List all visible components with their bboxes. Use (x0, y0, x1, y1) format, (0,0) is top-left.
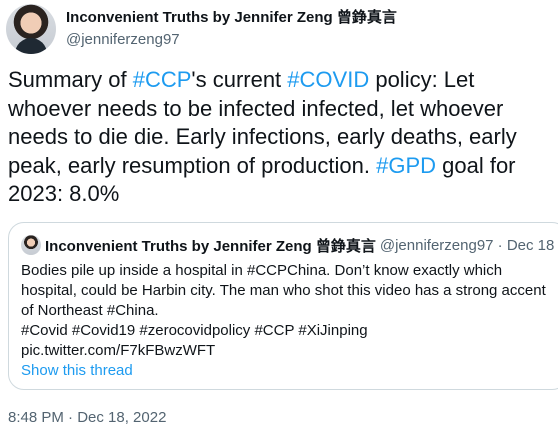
hashtag-link[interactable]: #CCP (133, 67, 192, 92)
hashtag-link[interactable]: #GPD (376, 153, 436, 178)
tweet-text: Summary of #CCP's current #COVID policy:… (8, 66, 553, 209)
quoted-author-name[interactable]: Inconvenient Truths by Jennifer Zeng 曾錚真… (45, 235, 376, 256)
author-display-name[interactable]: Inconvenient Truths by Jennifer Zeng 曾錚真… (66, 8, 546, 28)
tweet-text-segment: Summary of (8, 67, 133, 92)
author-info: Inconvenient Truths by Jennifer Zeng 曾錚真… (66, 8, 546, 50)
tweet-timestamp[interactable]: 8:48 PM · Dec 18, 2022 (8, 408, 166, 428)
quoted-tweet-line: of Northeast #China. (21, 302, 159, 319)
quoted-author-avatar[interactable] (21, 235, 41, 255)
author-avatar[interactable] (6, 4, 56, 54)
quoted-tweet-line: #Covid #Covid19 #zerocovidpolicy #CCP #X… (21, 322, 368, 339)
tweet-text-segment: 's current (191, 67, 288, 92)
quoted-tweet-text: Bodies pile up inside a hospital in #CCP… (21, 261, 556, 361)
author-handle[interactable]: @jenniferzeng97 (66, 30, 546, 50)
quoted-tweet-meta: @jenniferzeng97 · Dec 18 (379, 236, 555, 254)
quoted-tweet-link[interactable]: pic.twitter.com/F7kFBwzWFT (21, 341, 556, 361)
quoted-tweet[interactable]: Inconvenient Truths by Jennifer Zeng 曾錚真… (8, 222, 558, 390)
show-thread-link[interactable]: Show this thread (21, 361, 133, 381)
avatar-portrait-shape (15, 38, 47, 54)
hashtag-link[interactable]: #COVID (287, 67, 369, 92)
quoted-tweet-line: Bodies pile up inside a hospital in #CCP… (21, 262, 503, 279)
quoted-tweet-line: hospital, could be Harbin city. The man … (21, 282, 546, 299)
quoted-tweet-header: Inconvenient Truths by Jennifer Zeng 曾錚真… (21, 235, 554, 255)
